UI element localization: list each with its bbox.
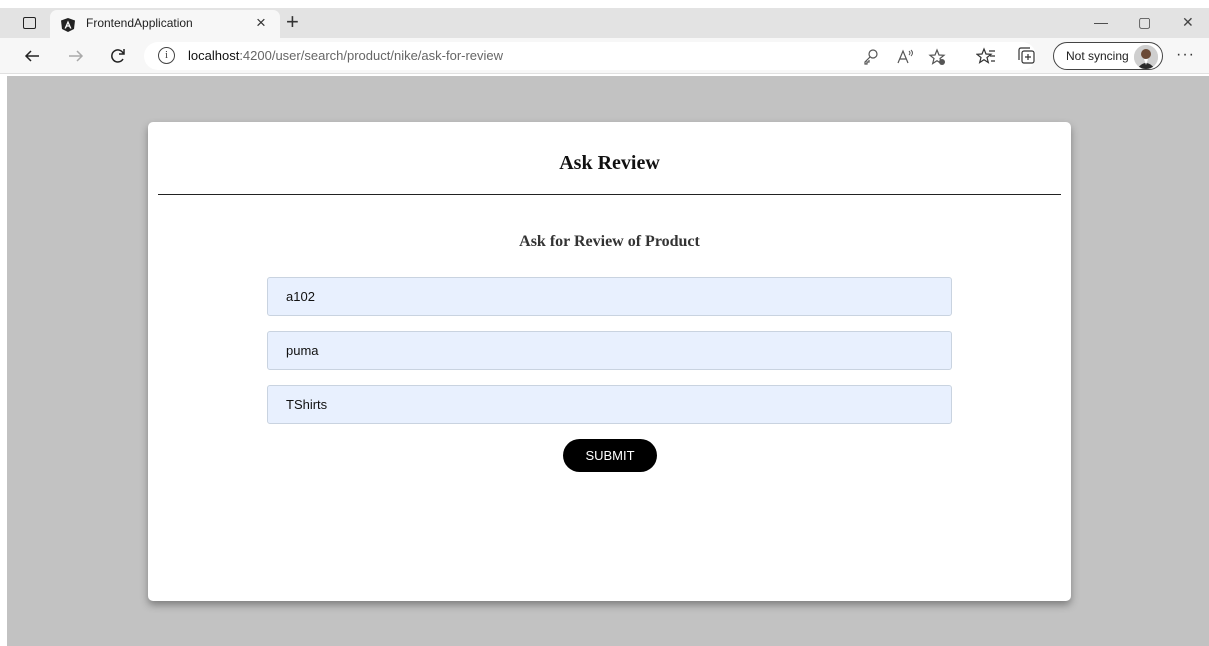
tab-title: FrontendApplication [86, 16, 193, 30]
refresh-icon[interactable] [108, 46, 128, 66]
angular-icon [60, 17, 76, 33]
tab-actions-icon[interactable] [20, 14, 40, 34]
read-aloud-icon[interactable] [896, 48, 914, 66]
sync-button[interactable]: Not syncing [1053, 42, 1163, 70]
title-divider [158, 194, 1061, 195]
review-card: Ask Review Ask for Review of Product a10… [148, 122, 1071, 601]
back-icon[interactable] [22, 46, 42, 66]
brand-field[interactable]: puma [267, 331, 952, 370]
favorites-icon[interactable] [975, 46, 996, 66]
page-viewport: Ask Review Ask for Review of Product a10… [7, 76, 1209, 646]
tab-close-icon[interactable]: × [256, 14, 266, 32]
collections-icon[interactable] [1016, 46, 1036, 66]
category-field[interactable]: TShirts [267, 385, 952, 424]
close-window-button[interactable]: ✕ [1182, 12, 1194, 32]
sync-label: Not syncing [1066, 49, 1129, 63]
submit-button[interactable]: SUBMIT [563, 439, 657, 472]
page-title: Ask Review [559, 152, 660, 174]
url-text: localhost:4200/user/search/product/nike/… [188, 48, 503, 63]
key-icon[interactable] [862, 48, 880, 66]
minimize-button[interactable]: — [1094, 12, 1108, 32]
avatar [1134, 45, 1158, 69]
forward-icon[interactable] [66, 46, 86, 66]
restore-button[interactable]: ▢ [1138, 12, 1151, 32]
info-icon[interactable]: i [158, 47, 175, 64]
tab-bar: FrontendApplication × + — ▢ ✕ [0, 0, 1209, 40]
form-subtitle: Ask for Review of Product [519, 233, 700, 250]
favorite-add-icon[interactable] [928, 48, 946, 66]
url-host: localhost [188, 48, 240, 63]
url-path: :4200/user/search/product/nike/ask-for-r… [239, 48, 504, 63]
new-tab-button[interactable]: + [286, 9, 299, 35]
address-bar[interactable]: i localhost:4200/user/search/product/nik… [144, 42, 1036, 70]
browser-toolbar: i localhost:4200/user/search/product/nik… [0, 38, 1209, 74]
product-id-field[interactable]: a102 [267, 277, 952, 316]
browser-tab[interactable]: FrontendApplication × [50, 10, 280, 40]
more-icon[interactable]: ··· [1176, 46, 1195, 64]
